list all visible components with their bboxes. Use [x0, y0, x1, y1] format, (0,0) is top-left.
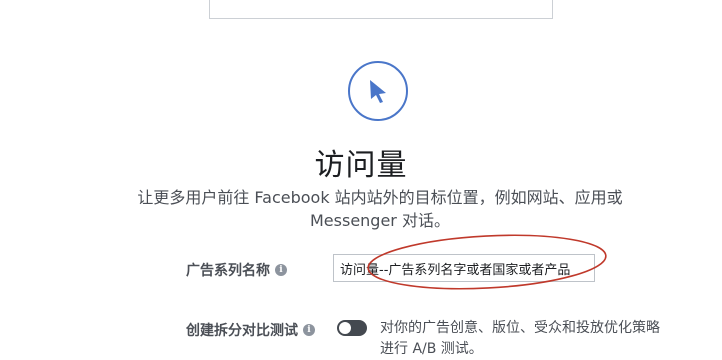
info-icon[interactable]: i — [303, 324, 315, 336]
toggle-knob — [339, 322, 351, 334]
split-test-label-text: 创建拆分对比测试 — [186, 323, 298, 339]
info-icon[interactable]: i — [275, 264, 287, 276]
previous-section-frame — [209, 0, 553, 19]
split-test-label: 创建拆分对比测试 i — [186, 320, 315, 340]
campaign-name-label: 广告系列名称 i — [186, 260, 287, 280]
campaign-name-input[interactable] — [333, 254, 595, 282]
split-test-description: 对你的广告创意、版位、受众和投放优化策略进行 A/B 测试。 — [380, 320, 660, 357]
objective-description: 让更多用户前往 Facebook 站内站外的目标位置，例如网站、应用或 Mess… — [137, 188, 623, 230]
objective-title: 访问量 — [314, 148, 408, 183]
objective-icon — [348, 61, 408, 121]
campaign-name-label-text: 广告系列名称 — [186, 263, 270, 279]
split-test-toggle[interactable] — [337, 320, 367, 336]
cursor-arrow-icon — [370, 80, 386, 103]
